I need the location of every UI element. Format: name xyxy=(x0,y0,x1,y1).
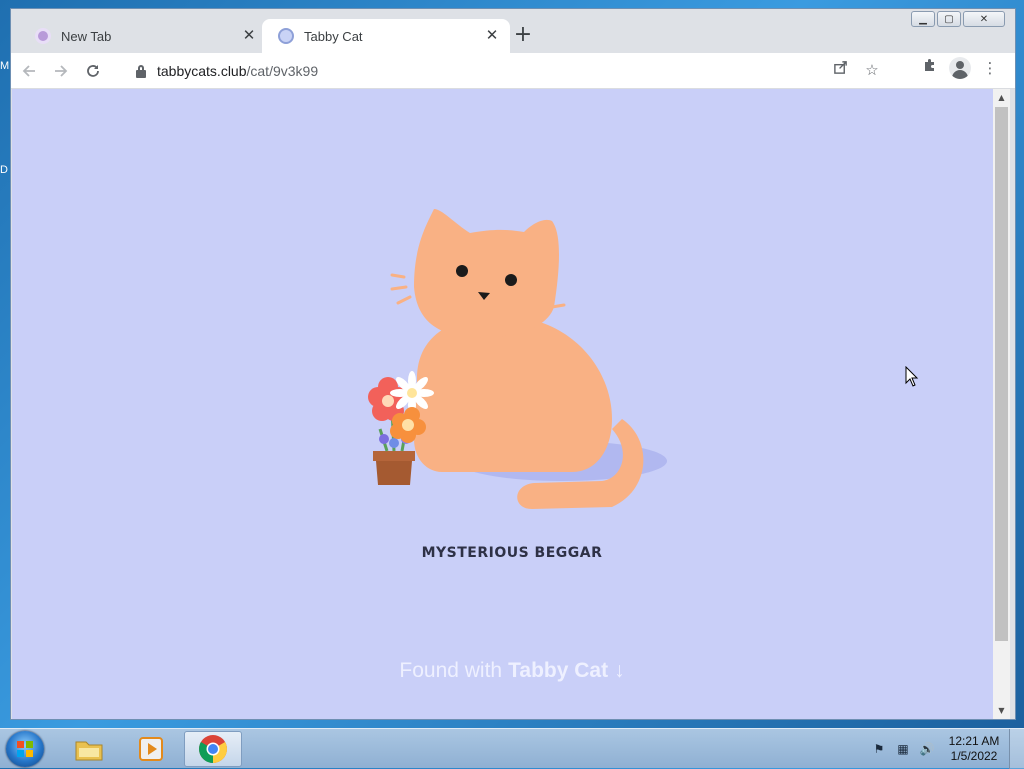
action-center-flag-icon[interactable]: ⚑ xyxy=(871,741,887,757)
start-button[interactable] xyxy=(6,731,44,767)
bookmark-star-icon[interactable]: ☆ xyxy=(861,60,883,82)
tab-strip: New Tab ✕ Tabby Cat ✕ + xyxy=(11,19,1015,53)
chrome-icon xyxy=(199,735,227,763)
browser-toolbar: tabbycats.club/cat/9v3k99 ☆ ⋮ xyxy=(11,53,1015,89)
folder-icon xyxy=(75,741,103,761)
profile-avatar-icon[interactable] xyxy=(949,57,971,79)
lock-icon[interactable] xyxy=(135,64,147,78)
taskbar-media-player[interactable] xyxy=(122,731,180,767)
page-viewport: MYSTERIOUS BEGGAR Found with Tabby Cat ↓ xyxy=(12,89,994,719)
tab-tabby-cat[interactable]: Tabby Cat ✕ xyxy=(262,19,510,53)
show-desktop-button[interactable] xyxy=(1009,729,1024,769)
tabby-cat-favicon-icon xyxy=(278,28,294,44)
arrow-down-icon: ↓ xyxy=(614,659,625,682)
new-tab-button[interactable]: + xyxy=(511,24,535,48)
address-bar[interactable]: tabbycats.club/cat/9v3k99 ☆ xyxy=(123,57,893,85)
extensions-puzzle-icon[interactable] xyxy=(919,57,941,79)
taskbar-explorer[interactable] xyxy=(60,731,118,767)
arrow-left-icon xyxy=(22,64,35,77)
cat-name-heading: MYSTERIOUS BEGGAR xyxy=(421,545,603,561)
windows-logo-icon xyxy=(17,741,33,757)
share-icon[interactable] xyxy=(829,60,851,82)
vertical-scrollbar[interactable]: ▲ ▼ xyxy=(993,89,1010,719)
reload-icon xyxy=(87,64,99,77)
back-button[interactable] xyxy=(15,57,43,85)
forward-button[interactable] xyxy=(47,57,75,85)
tab-new-tab[interactable]: New Tab ✕ xyxy=(19,19,267,53)
brand-name: Tabby Cat xyxy=(508,659,609,682)
volume-icon[interactable]: 🔊 xyxy=(919,741,935,757)
tab-title: Tabby Cat xyxy=(304,28,363,44)
desktop-icon-label-fragment: M xyxy=(0,60,10,72)
clock-time: 12:21 AM xyxy=(948,734,1000,748)
close-tab-icon[interactable]: ✕ xyxy=(484,28,500,44)
media-player-icon xyxy=(139,737,163,761)
scroll-up-arrow-icon[interactable]: ▲ xyxy=(993,89,1010,106)
url-host: tabbycats.club xyxy=(157,63,247,79)
mouse-cursor-icon xyxy=(905,366,919,387)
desktop-icon-label-fragment: D xyxy=(0,164,8,176)
found-with-banner[interactable]: Found with Tabby Cat ↓ xyxy=(12,659,994,683)
tabby-cat-favicon-icon xyxy=(35,28,51,44)
browser-window: ▁ ▢ ✕ New Tab ✕ Tabby Cat ✕ + tabbycats.… xyxy=(10,8,1016,720)
arrow-right-icon xyxy=(55,64,68,77)
system-clock[interactable]: 12:21 AM 1/5/2022 xyxy=(943,734,1005,764)
tab-title: New Tab xyxy=(61,28,112,44)
menu-kebab-icon[interactable]: ⋮ xyxy=(979,57,1001,79)
scroll-thumb[interactable] xyxy=(995,107,1008,641)
url-path: /cat/9v3k99 xyxy=(246,63,319,79)
cat-illustration xyxy=(332,189,672,529)
system-tray: ⚑ ▦ 🔊 12:21 AM 1/5/2022 xyxy=(871,729,1024,769)
reload-button[interactable] xyxy=(79,57,107,85)
taskbar: ⚑ ▦ 🔊 12:21 AM 1/5/2022 xyxy=(0,728,1024,769)
found-with-text: Found with xyxy=(399,659,503,682)
network-icon[interactable]: ▦ xyxy=(895,741,911,757)
taskbar-chrome[interactable] xyxy=(184,731,242,767)
scroll-down-arrow-icon[interactable]: ▼ xyxy=(993,702,1010,719)
close-tab-icon[interactable]: ✕ xyxy=(241,28,257,44)
clock-date: 1/5/2022 xyxy=(950,749,998,763)
